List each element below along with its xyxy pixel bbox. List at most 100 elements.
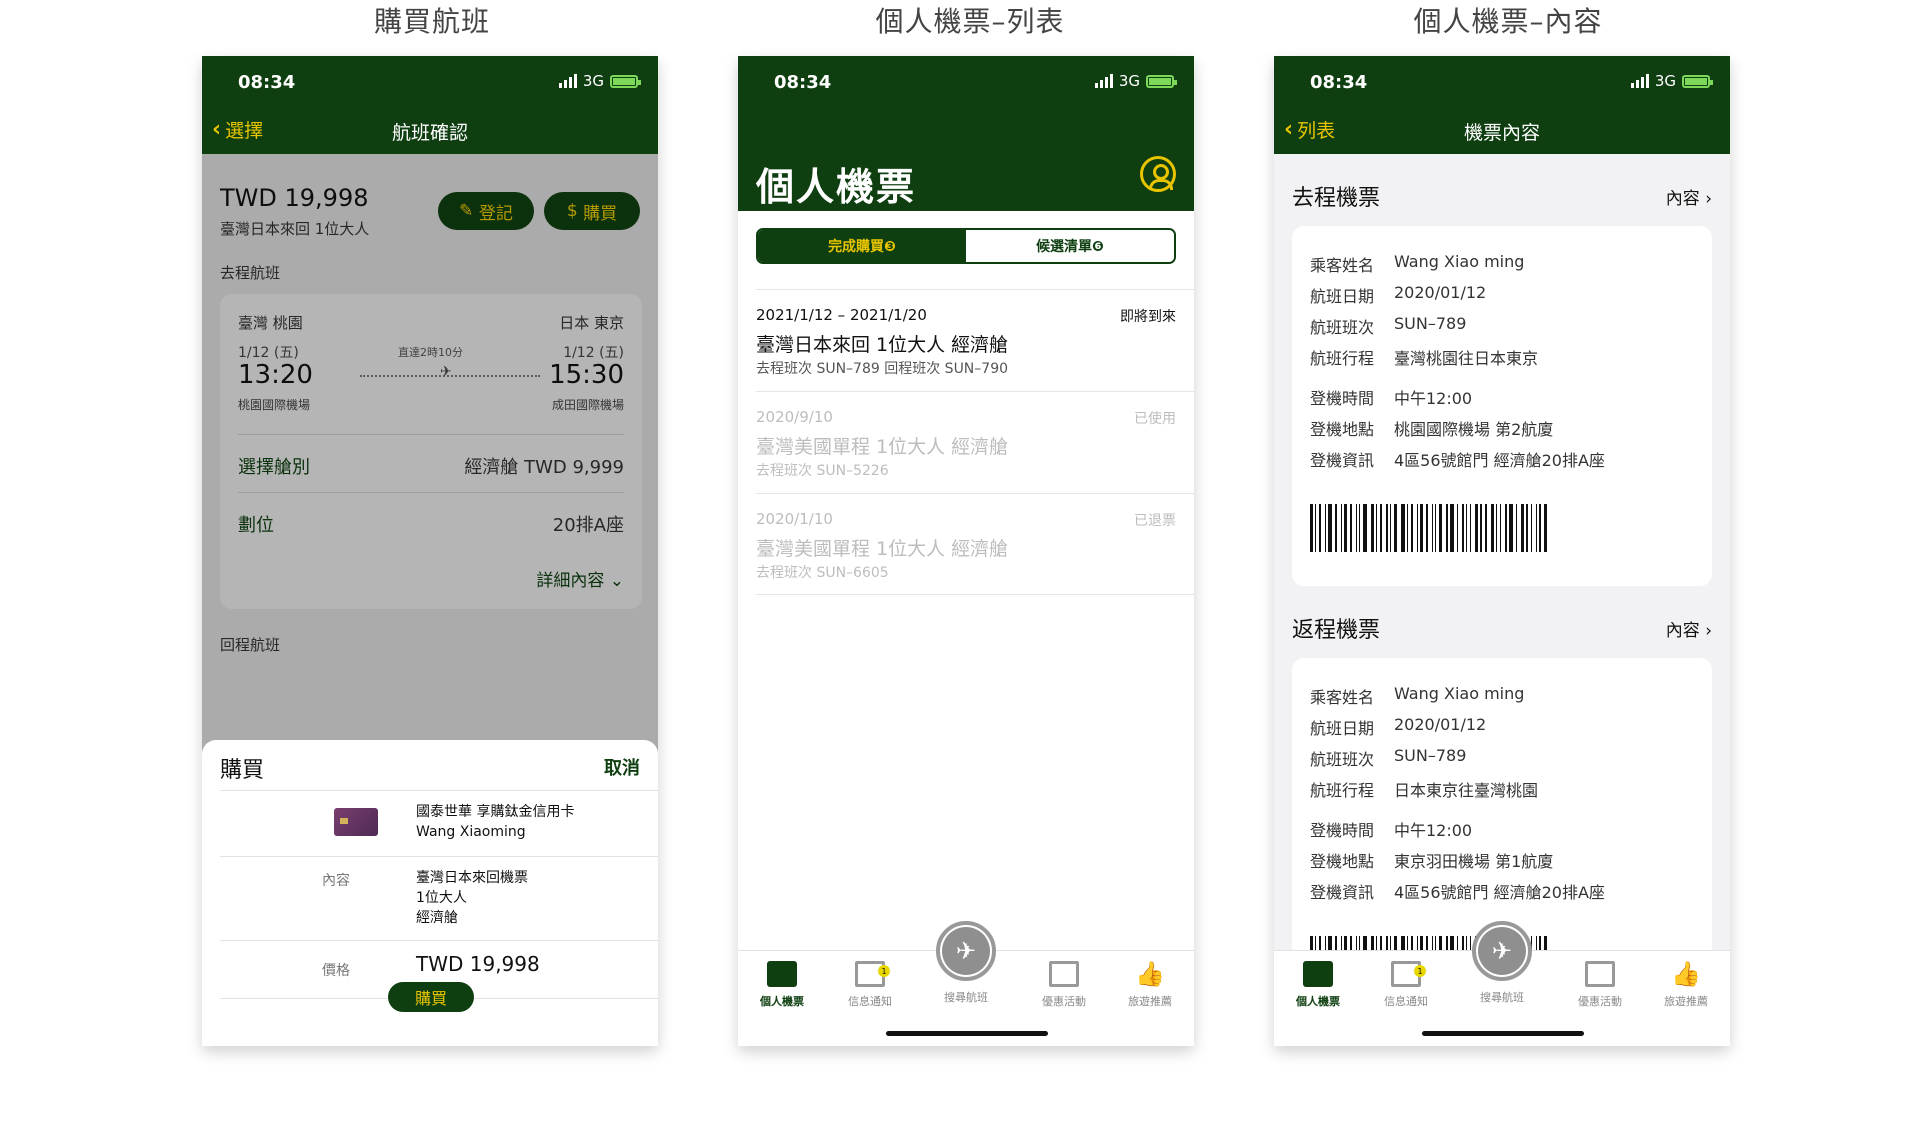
search-flight-button[interactable]: ✈ xyxy=(936,921,996,981)
caption-ticket-list: 個人機票–列表 xyxy=(875,5,1065,38)
barcode-bar xyxy=(1475,504,1478,552)
barcode-bar xyxy=(1516,504,1517,552)
barcode-bar xyxy=(1496,504,1497,552)
status-bar: 08:34 3G xyxy=(738,56,1194,106)
barcode-bar xyxy=(1371,504,1374,552)
barcode-bar xyxy=(1539,504,1541,552)
notification-badge: 1 xyxy=(1414,965,1426,977)
status-time: 08:34 xyxy=(238,72,296,93)
user-profile-icon[interactable] xyxy=(1140,156,1176,192)
outbound-ticket-title: 去程機票 xyxy=(1292,186,1381,211)
chevron-right-icon: › xyxy=(1705,621,1712,641)
tab-search-label: 搜尋航班 xyxy=(1480,991,1524,1004)
signal-icon xyxy=(1630,74,1649,88)
signal-icon xyxy=(558,74,577,88)
nav-bar: ‹ 列表 機票內容 xyxy=(1274,106,1730,154)
confirm-buy-button[interactable]: 購買 xyxy=(388,982,474,1012)
home-indicator xyxy=(886,1031,1048,1036)
gift-icon xyxy=(1585,961,1615,987)
barcode-bar xyxy=(1359,504,1360,552)
notification-badge: 1 xyxy=(878,965,890,977)
outbound-detail-link[interactable]: 內容 › xyxy=(1666,184,1712,209)
barcode-bar xyxy=(1491,504,1494,552)
barcode-bar xyxy=(1480,504,1482,552)
battery-icon xyxy=(1146,74,1177,88)
barcode-bar xyxy=(1350,504,1352,552)
barcode-bar xyxy=(1390,504,1391,552)
barcode-bar xyxy=(1401,504,1405,552)
thumbs-up-icon: 👍 xyxy=(1135,960,1165,988)
content-line-1: 臺灣日本來回機票 xyxy=(416,870,528,886)
price-value: TWD 19,998 xyxy=(416,952,540,976)
phone-ticket-detail: 08:34 3G ‹ 列表 機票內容 去程機票 內容 › 乘客姓名 Wang Xia… xyxy=(1274,56,1730,1046)
caption-ticket-detail: 個人機票–內容 xyxy=(1413,5,1603,38)
ticket-item[interactable]: 2020/9/10 已使用 臺灣美國單程 1位大人 經濟艙 去程班次 SUN–5… xyxy=(756,391,1194,493)
barcode-bar xyxy=(1521,504,1524,552)
tab-recommend[interactable]: 👍 旅遊推薦 xyxy=(1110,961,1190,1009)
barcode-bar xyxy=(1310,504,1313,552)
plane-icon: ✈ xyxy=(942,927,990,975)
card-name: 國泰世華 享購鈦金信用卡 xyxy=(416,804,575,820)
barcode-bar xyxy=(1536,504,1537,552)
content-label: 內容 xyxy=(322,873,350,889)
tab-my-tickets[interactable]: 個人機票 xyxy=(742,961,822,1009)
status-bar: 08:34 3G xyxy=(1274,56,1730,106)
return-detail-link[interactable]: 內容 › xyxy=(1666,616,1712,641)
status-time: 08:34 xyxy=(774,72,832,93)
barcode-bar xyxy=(1457,504,1458,552)
barcode-bar xyxy=(1328,504,1332,552)
tab-search-label: 搜尋航班 xyxy=(944,991,988,1004)
phone-purchase: 08:34 3G ‹ 選擇 航班確認 TWD 19,998 臺灣日本來回 1位大人… xyxy=(202,56,658,1046)
barcode-bar xyxy=(1341,504,1342,552)
tab-waitlist[interactable]: 候選清單❻ xyxy=(966,230,1174,262)
ticket-detail-body: 去程機票 內容 › 乘客姓名 Wang Xiao ming 航班日期 2020/01… xyxy=(1274,154,1730,1046)
tab-completed[interactable]: 完成購買❸ xyxy=(758,230,966,262)
barcode-bar xyxy=(1450,504,1454,552)
ticket-list-header: 08:34 3G 個人機票 xyxy=(738,56,1194,211)
barcode-bar xyxy=(1485,504,1487,552)
tab-promotions[interactable]: 優惠活動 xyxy=(1024,961,1104,1009)
barcode xyxy=(1310,504,1694,552)
chevron-right-icon: › xyxy=(1705,189,1712,209)
purchase-sheet: 購買 取消 國泰世華 享購鈦金信用卡 Wang Xiaoming 內容 臺灣日本… xyxy=(202,740,658,1046)
caption-purchase: 購買航班 xyxy=(373,5,490,38)
barcode-bar xyxy=(1526,504,1528,552)
return-ticket-title: 返程機票 xyxy=(1292,618,1381,643)
tab-my-tickets[interactable]: 個人機票 xyxy=(1278,961,1358,1009)
tab-promotions[interactable]: 優惠活動 xyxy=(1560,961,1640,1009)
content-line-3: 經濟艙 xyxy=(416,910,458,926)
status-bar: 08:34 3G xyxy=(202,56,658,106)
tab-notifications[interactable]: 信息通知 1 xyxy=(830,961,910,1009)
barcode-bar xyxy=(1531,504,1532,552)
status-time: 08:34 xyxy=(1310,72,1368,93)
barcode-bar xyxy=(1325,504,1326,552)
network-label: 3G xyxy=(1654,72,1676,90)
tab-notifications[interactable]: 信息通知 1 xyxy=(1366,961,1446,1009)
tab-bar: 個人機票 信息通知 1 ✈ 搜尋航班 優惠活動 👍 旅遊推薦 xyxy=(738,921,1194,1046)
network-label: 3G xyxy=(582,72,604,90)
ticket-segment-control: 完成購買❸ 候選清單❻ xyxy=(756,228,1176,264)
barcode-bar xyxy=(1319,504,1321,552)
gift-icon xyxy=(1049,961,1079,987)
barcode-bar xyxy=(1544,504,1547,552)
plane-icon: ✈ xyxy=(1478,927,1526,975)
barcode-bar xyxy=(1466,504,1467,552)
barcode-bar xyxy=(1394,504,1397,552)
cancel-button[interactable]: 取消 xyxy=(604,754,640,780)
barcode-bar xyxy=(1426,504,1428,552)
ticket-item[interactable]: 2021/1/12 – 2021/1/20 即將到來 臺灣日本來回 1位大人 經… xyxy=(756,289,1194,391)
network-label: 3G xyxy=(1118,72,1140,90)
barcode-bar xyxy=(1386,504,1388,552)
nav-title: 航班確認 xyxy=(391,122,468,144)
barcode-bar xyxy=(1407,504,1408,552)
tab-recommend[interactable]: 👍 旅遊推薦 xyxy=(1646,961,1726,1009)
barcode-bar xyxy=(1500,504,1501,552)
thumbs-up-icon: 👍 xyxy=(1671,960,1701,988)
ticket-book-icon xyxy=(767,961,797,987)
search-flight-button[interactable]: ✈ xyxy=(1472,921,1532,981)
barcode-bar xyxy=(1505,504,1507,552)
ticket-item[interactable]: 2020/1/10 已退票 臺灣美國單程 1位大人 經濟艙 去程班次 SUN–6… xyxy=(756,493,1194,595)
barcode-bar xyxy=(1462,504,1464,552)
barcode-bar xyxy=(1417,504,1418,552)
barcode-bar xyxy=(1470,504,1471,552)
